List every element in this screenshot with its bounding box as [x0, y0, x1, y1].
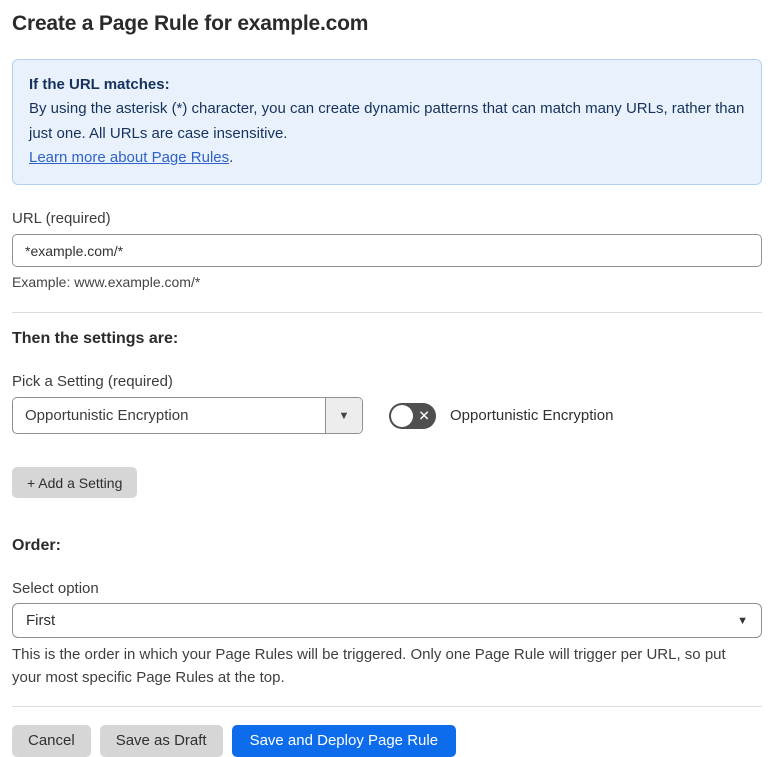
order-section-heading: Order: — [12, 537, 61, 555]
settings-section-heading: Then the settings are: — [12, 330, 179, 348]
order-select[interactable]: First ▼ — [12, 603, 762, 639]
add-setting-button[interactable]: + Add a Setting — [12, 467, 138, 499]
toggle-label: Opportunistic Encryption — [450, 407, 614, 425]
order-helper-text: This is the order in which your Page Rul… — [12, 646, 726, 687]
setting-select[interactable]: Opportunistic Encryption ▼ — [12, 397, 363, 435]
info-box-heading: If the URL matches: — [29, 76, 170, 93]
pick-setting-label: Pick a Setting (required) — [12, 373, 173, 391]
footer-buttons: Cancel Save as Draft Save and Deploy Pag… — [12, 724, 762, 757]
cancel-button[interactable]: Cancel — [12, 724, 91, 757]
save-deploy-button[interactable]: Save and Deploy Page Rule — [231, 724, 457, 757]
info-box-body: By using the asterisk (*) character, you… — [29, 100, 745, 142]
setting-row: Opportunistic Encryption ▼ ✕ Opportunist… — [12, 397, 762, 435]
section-divider — [12, 312, 762, 314]
opportunistic-encryption-toggle[interactable]: ✕ — [389, 402, 436, 429]
url-field-label: URL (required) — [12, 210, 111, 228]
info-box-link-line: Learn more about Page Rules. — [29, 146, 745, 170]
chevron-down-icon: ▼ — [737, 614, 748, 627]
learn-more-link[interactable]: Learn more about Page Rules — [29, 149, 229, 166]
x-icon: ✕ — [418, 407, 430, 424]
setting-toggle-wrap: ✕ Opportunistic Encryption — [389, 402, 614, 429]
footer-divider — [12, 705, 762, 707]
url-example-helper: Example: www.example.com/* — [12, 274, 201, 291]
setting-select-value: Opportunistic Encryption — [25, 407, 189, 425]
chevron-down-icon[interactable]: ▼ — [325, 398, 362, 434]
toggle-knob — [391, 404, 413, 427]
order-select-value: First — [26, 612, 56, 630]
page-rule-form: Create a Page Rule for example.com If th… — [0, 0, 775, 757]
order-select-label: Select option — [12, 580, 99, 598]
link-suffix: . — [229, 148, 234, 166]
save-draft-button[interactable]: Save as Draft — [99, 724, 223, 757]
url-matches-info-box: If the URL matches: By using the asteris… — [12, 59, 762, 186]
url-input[interactable] — [12, 234, 762, 268]
page-title: Create a Page Rule for example.com — [12, 12, 369, 35]
